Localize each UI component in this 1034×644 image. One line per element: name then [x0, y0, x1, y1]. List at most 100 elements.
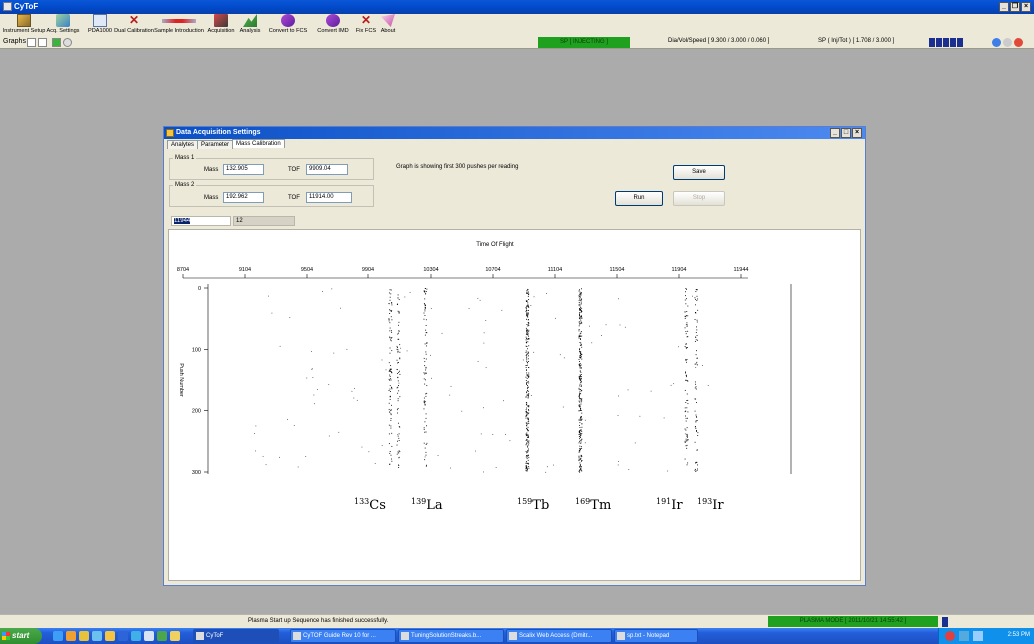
dual-calibration-icon: ✕ — [128, 13, 140, 27]
data-point — [322, 290, 323, 292]
child-maximize-button[interactable]: □ — [841, 128, 851, 138]
record-icon[interactable] — [63, 38, 72, 47]
data-point — [685, 429, 687, 431]
mass1-mass-input[interactable]: 132.905 — [223, 164, 264, 175]
minimize-button[interactable]: _ — [999, 2, 1009, 12]
data-point — [398, 452, 400, 454]
data-point — [685, 315, 687, 316]
data-point — [581, 447, 583, 449]
data-point — [526, 331, 528, 333]
data-point — [389, 398, 391, 400]
data-point — [430, 354, 431, 356]
task-label: Scalix Web Access (Dmitr... — [519, 633, 593, 639]
status-progress-block — [942, 617, 948, 627]
app-icon — [196, 632, 204, 640]
data-point — [580, 469, 582, 471]
close-button[interactable]: × — [1021, 2, 1031, 12]
data-point — [391, 388, 393, 390]
taskbar-item-notepad[interactable]: sp.txt - Notepad — [614, 629, 698, 643]
data-point — [305, 456, 307, 457]
sample-introduction-button[interactable]: Sample Introduction — [154, 14, 204, 36]
instrument-setup-button[interactable]: Instrument Setup — [3, 14, 45, 36]
quicklaunch-icon[interactable] — [92, 631, 102, 641]
acquisition-button[interactable]: Acquisition — [206, 14, 236, 36]
stop-button[interactable]: Stop — [673, 191, 725, 206]
quicklaunch-icon[interactable] — [157, 631, 167, 641]
run-button[interactable]: Run — [615, 191, 663, 206]
mass2-mass-input[interactable]: 192.962 — [223, 192, 264, 203]
taskbar-item-tuning[interactable]: TuningSolutionStreaks.b... — [398, 629, 504, 643]
play-icon[interactable] — [52, 38, 61, 47]
network-icon[interactable] — [959, 631, 969, 641]
data-point — [687, 403, 689, 405]
child-close-button[interactable]: × — [852, 128, 862, 138]
dual-calibration-button[interactable]: ✕ Dual Calibration — [114, 13, 154, 36]
data-point — [527, 323, 529, 325]
tray-icon[interactable] — [945, 631, 955, 641]
data-point — [390, 330, 392, 332]
analysis-button[interactable]: Analysis — [237, 14, 263, 36]
quicklaunch-icon[interactable] — [53, 631, 63, 641]
save-button[interactable]: Save — [673, 165, 725, 180]
data-point — [528, 352, 530, 354]
data-point — [424, 447, 426, 449]
quicklaunch-icon[interactable] — [118, 631, 128, 641]
data-point — [388, 424, 390, 426]
tab-analytes[interactable]: Analytes — [167, 140, 199, 149]
data-point — [528, 306, 530, 308]
tab-mass-calibration[interactable]: Mass Calibration — [232, 139, 285, 148]
tab-parameter[interactable]: Parameter — [197, 140, 234, 149]
quicklaunch-icon[interactable] — [79, 631, 89, 641]
data-point — [578, 440, 580, 442]
x-tick-label: 9504 — [301, 267, 313, 273]
quicklaunch-icon[interactable] — [170, 631, 180, 641]
settings-window-icon — [166, 129, 174, 137]
restore-button[interactable]: ❐ — [1010, 2, 1020, 12]
acq-settings-button[interactable]: Acq. Settings — [44, 14, 82, 36]
data-point — [579, 337, 581, 339]
graph-icon[interactable] — [27, 38, 36, 47]
data-point — [525, 462, 527, 464]
tray-icon[interactable] — [973, 631, 983, 641]
quicklaunch-icon[interactable] — [66, 631, 76, 641]
data-point — [527, 434, 529, 436]
mass1-tof-input[interactable]: 9909.04 — [306, 164, 348, 175]
data-point — [684, 440, 686, 442]
start-button[interactable]: start — [0, 628, 42, 644]
fix-fcs-button[interactable]: ✕ Fix FCS — [354, 14, 378, 36]
taskbar-item-scalix[interactable]: Scalix Web Access (Dmitr... — [506, 629, 612, 643]
data-point — [526, 466, 528, 468]
data-point — [579, 360, 580, 362]
data-point — [697, 432, 699, 434]
start-label: start — [12, 631, 30, 640]
data-point — [533, 296, 535, 298]
convert-fcs-button[interactable]: Convert to FCS — [265, 14, 311, 36]
data-point — [579, 318, 581, 320]
x-tick-label: 11944 — [734, 267, 749, 273]
data-point — [580, 379, 582, 381]
data-point — [528, 393, 530, 395]
quicklaunch-icon[interactable] — [131, 631, 141, 641]
data-point — [695, 312, 697, 314]
data-point — [391, 368, 392, 370]
data-point — [527, 397, 529, 399]
convert-imd-button[interactable]: Convert IMD — [313, 14, 353, 36]
taskbar-item-cytof[interactable]: CyToF — [193, 629, 279, 643]
quicklaunch-icon[interactable] — [105, 631, 115, 641]
data-point — [526, 455, 527, 456]
taskbar-item-guide[interactable]: CyTOF Guide Rev 10 for ... — [290, 629, 396, 643]
graph-icon[interactable] — [38, 38, 47, 47]
mass2-tof-input[interactable]: 11914.00 — [306, 192, 352, 203]
data-point — [639, 415, 641, 417]
data-point — [686, 444, 688, 446]
pda1000-button[interactable]: PDA1000 — [86, 14, 114, 36]
data-point — [581, 455, 583, 457]
child-minimize-button[interactable]: _ — [830, 128, 840, 138]
about-button[interactable]: About — [378, 14, 398, 36]
data-point — [580, 390, 582, 392]
data-point — [389, 385, 391, 387]
data-point — [389, 374, 391, 376]
quicklaunch-icon[interactable] — [144, 631, 154, 641]
tof-scatter-chart: Time Of Flight 8704 9104 9504 9904 10304 10704… — [177, 242, 792, 513]
data-point — [528, 386, 529, 388]
